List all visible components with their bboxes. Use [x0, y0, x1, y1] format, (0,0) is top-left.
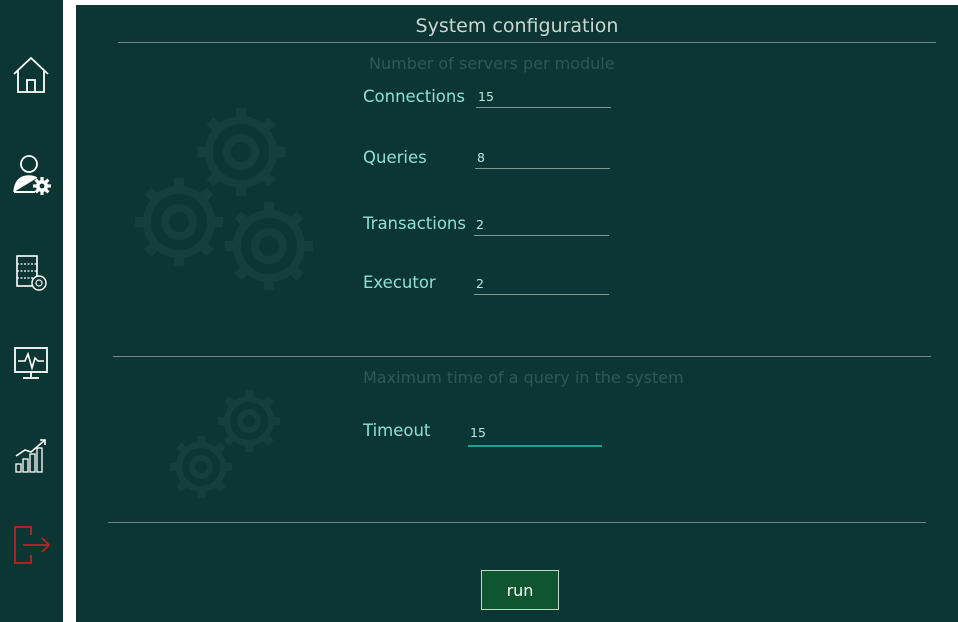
- divider: [108, 522, 926, 523]
- gears-decoration-icon: [170, 390, 280, 498]
- executor-label: Executor: [363, 273, 436, 292]
- user-settings-button[interactable]: [6, 148, 56, 198]
- connections-input[interactable]: [476, 86, 611, 108]
- transactions-input[interactable]: [474, 214, 609, 236]
- home-button[interactable]: [6, 50, 56, 100]
- gears-decoration-icon: [135, 108, 313, 290]
- timeout-label: Timeout: [363, 421, 431, 440]
- sidebar: [0, 0, 63, 622]
- server-settings-button[interactable]: [6, 248, 56, 298]
- queries-label: Queries: [363, 148, 427, 167]
- divider: [113, 356, 931, 357]
- user-settings-icon: [13, 155, 51, 195]
- logout-button[interactable]: [6, 520, 56, 570]
- timeout-section-heading: Maximum time of a query in the system: [363, 368, 684, 387]
- queries-input[interactable]: [475, 147, 610, 169]
- server-settings-icon: [16, 255, 47, 291]
- divider: [118, 42, 936, 43]
- monitor-icon: [14, 347, 48, 379]
- transactions-label: Transactions: [363, 214, 466, 233]
- run-button[interactable]: run: [481, 570, 559, 610]
- servers-section-heading: Number of servers per module: [369, 54, 615, 73]
- chart-button[interactable]: [6, 430, 56, 480]
- executor-input[interactable]: [474, 273, 609, 295]
- chart-icon: [15, 439, 46, 473]
- main-panel: System configuration Number of servers p…: [76, 5, 958, 622]
- connections-label: Connections: [363, 87, 465, 106]
- home-icon: [13, 56, 49, 93]
- page-title: System configuration: [415, 15, 619, 37]
- timeout-input[interactable]: [468, 419, 602, 447]
- logout-icon: [14, 526, 51, 564]
- monitor-button[interactable]: [6, 338, 56, 388]
